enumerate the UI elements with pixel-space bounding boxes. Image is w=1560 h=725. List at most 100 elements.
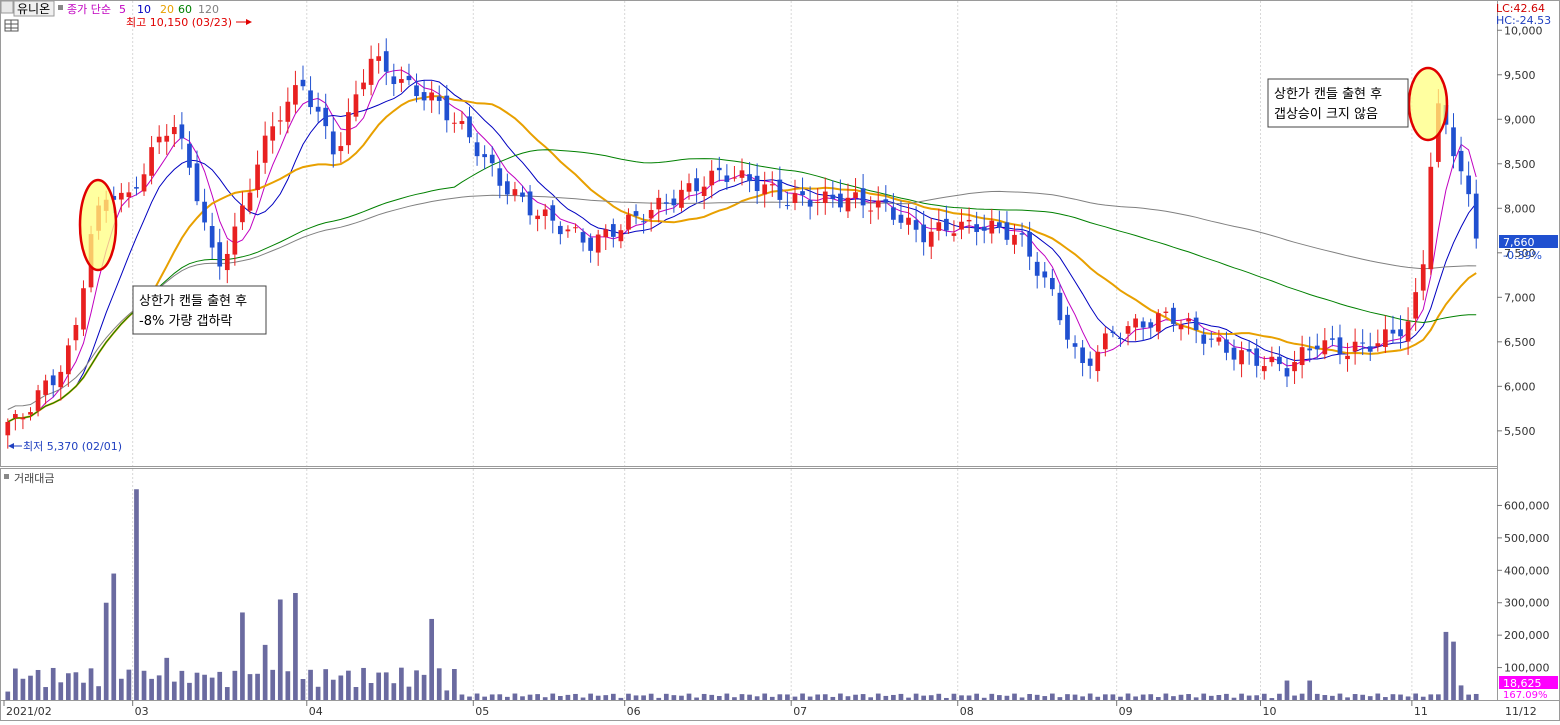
low-price-label: 최저 5,370 (02/01) — [23, 440, 122, 453]
candle-body — [906, 217, 911, 225]
volume-bar — [444, 690, 450, 700]
volume-bar — [860, 694, 866, 700]
volume-bar — [1057, 697, 1063, 700]
volume-bar — [1095, 696, 1101, 700]
volume-bar — [875, 693, 881, 700]
volume-bar — [1314, 693, 1320, 700]
volume-bar — [368, 683, 374, 700]
volume-bar — [1360, 694, 1366, 700]
volume-bar — [1337, 693, 1343, 700]
candle-body — [1307, 348, 1313, 351]
volume-bar — [194, 672, 200, 700]
candle-body — [1065, 314, 1070, 340]
candle-body — [1292, 362, 1297, 372]
date-tick-label: 04 — [309, 705, 323, 718]
volume-tick-label: 500,000 — [1504, 532, 1550, 545]
candle-body — [1299, 347, 1305, 366]
candle-body — [1254, 348, 1260, 366]
volume-bar — [845, 696, 851, 700]
volume-bar — [989, 693, 995, 700]
candle-body — [769, 184, 775, 186]
candle-body — [580, 232, 586, 243]
volume-bar — [141, 670, 147, 700]
candle-body — [1155, 313, 1161, 332]
volume-tick-label: 300,000 — [1504, 597, 1550, 610]
candle-body — [187, 143, 192, 168]
candle-body — [815, 201, 821, 203]
volume-bar — [1034, 694, 1040, 700]
candle-body — [686, 183, 692, 192]
volume-bar — [913, 693, 919, 700]
last-price-value: 7,660 — [1503, 236, 1535, 249]
volume-bar — [1019, 697, 1025, 700]
volume-bar — [187, 682, 192, 700]
candle-body — [277, 120, 283, 122]
volume-bar — [376, 672, 382, 700]
volume-panel-frame — [0, 468, 1498, 701]
volume-bar — [171, 681, 177, 700]
candle-body — [785, 205, 790, 207]
candle-body — [754, 175, 760, 192]
volume-bar — [28, 675, 33, 700]
volume-bar — [792, 696, 798, 700]
candle-body — [512, 189, 518, 196]
volume-bar — [149, 678, 154, 700]
candle-body — [1420, 264, 1426, 291]
volume-bar — [1307, 680, 1313, 700]
stock-chart-canvas[interactable]: 10,0009,5009,0008,5008,0007,5007,0006,50… — [0, 0, 1560, 721]
candle-body — [1269, 356, 1275, 363]
volume-bar — [747, 694, 752, 700]
candle-body — [1216, 337, 1222, 342]
volume-bar — [648, 693, 654, 700]
annotation-box-nov: 상한가 캔들 출현 후 갭상승이 크지 않음 — [1267, 78, 1409, 128]
volume-bar — [1322, 695, 1328, 700]
candle-body — [134, 187, 139, 189]
candle-body — [1110, 331, 1116, 334]
volume-bar — [247, 674, 253, 700]
volume-bar — [732, 697, 737, 700]
candle-body — [626, 214, 631, 230]
volume-bar — [807, 696, 813, 700]
date-tick-label: 2021/02 — [6, 705, 52, 718]
panel-menu-icon[interactable] — [0, 0, 14, 14]
candle-body — [482, 154, 487, 158]
volume-bar — [81, 682, 86, 700]
volume-bar — [1299, 693, 1305, 700]
volume-tick-label: 600,000 — [1504, 499, 1550, 512]
volume-bar — [535, 694, 540, 700]
volume-bar — [209, 677, 215, 700]
candle-body — [633, 211, 639, 216]
candle-body — [436, 96, 442, 101]
candle-body — [944, 218, 949, 231]
candle-body — [618, 230, 624, 242]
candle-body — [285, 101, 291, 122]
volume-bar — [1065, 694, 1070, 700]
candle-body — [974, 224, 979, 232]
candle-body — [1193, 317, 1199, 330]
volume-bar — [1012, 693, 1017, 700]
volume-bar — [391, 683, 397, 700]
candle-body — [648, 209, 654, 219]
volume-bar — [1178, 694, 1184, 700]
volume-bar — [474, 693, 480, 700]
candle-body — [467, 116, 472, 138]
candle-body — [792, 193, 798, 203]
volume-bar — [35, 669, 41, 700]
volume-bar — [277, 599, 283, 700]
volume-bar — [436, 668, 442, 700]
candle-body — [164, 135, 170, 142]
candle-body — [376, 56, 382, 61]
price-tick-label: 5,500 — [1504, 425, 1536, 438]
volume-bar — [1042, 696, 1048, 700]
candle-body — [28, 412, 33, 415]
candle-body — [323, 107, 329, 127]
candle-body — [308, 90, 313, 108]
candle-body — [489, 154, 495, 164]
candle-body — [875, 200, 881, 208]
volume-bar — [497, 694, 503, 700]
volume-bar — [1224, 693, 1229, 700]
volume-bar — [769, 696, 775, 700]
candle-body — [928, 231, 934, 247]
candle-body — [338, 146, 344, 152]
volume-bar — [1155, 697, 1161, 700]
